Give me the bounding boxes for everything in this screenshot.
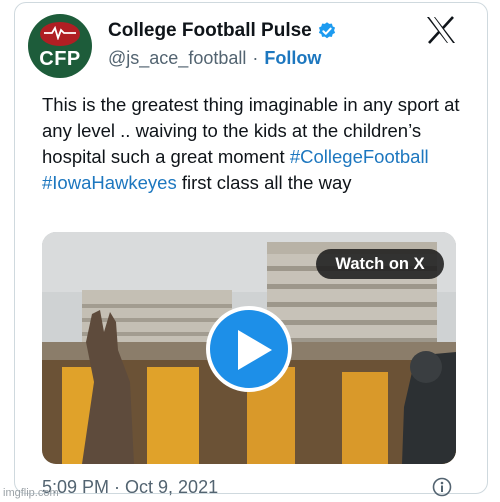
- info-icon[interactable]: [432, 477, 452, 497]
- separator-dot: ·: [252, 48, 259, 68]
- display-name[interactable]: College Football Pulse: [108, 20, 312, 42]
- play-button[interactable]: [206, 306, 292, 392]
- handle[interactable]: @js_ace_football: [108, 48, 246, 69]
- post-timestamp[interactable]: 5:09 PM · Oct 9, 2021: [42, 477, 218, 498]
- play-icon: [238, 330, 272, 370]
- heartbeat-icon: [44, 26, 76, 40]
- imgflip-watermark: imgflip.com: [3, 487, 59, 499]
- post-embed: CFP College Football Pulse @js_ace_footb…: [0, 0, 500, 502]
- handle-row: @js_ace_football · Follow: [108, 48, 321, 69]
- avatar-logo-text: CFP: [39, 48, 81, 70]
- tweet-text: This is the greatest thing imaginable in…: [42, 92, 472, 196]
- follow-button[interactable]: Follow: [264, 48, 321, 69]
- verified-badge-icon: [318, 22, 335, 39]
- watch-on-x-button[interactable]: Watch on X: [316, 249, 444, 279]
- name-row: College Football Pulse: [108, 20, 337, 42]
- hashtag-iowahawkeyes[interactable]: #IowaHawkeyes: [42, 172, 177, 193]
- tweet-text-part-2: first class all the way: [176, 172, 352, 193]
- hashtag-collegefootball[interactable]: #CollegeFootball: [290, 146, 429, 167]
- avatar[interactable]: CFP: [28, 14, 92, 78]
- x-logo-icon[interactable]: [426, 16, 456, 44]
